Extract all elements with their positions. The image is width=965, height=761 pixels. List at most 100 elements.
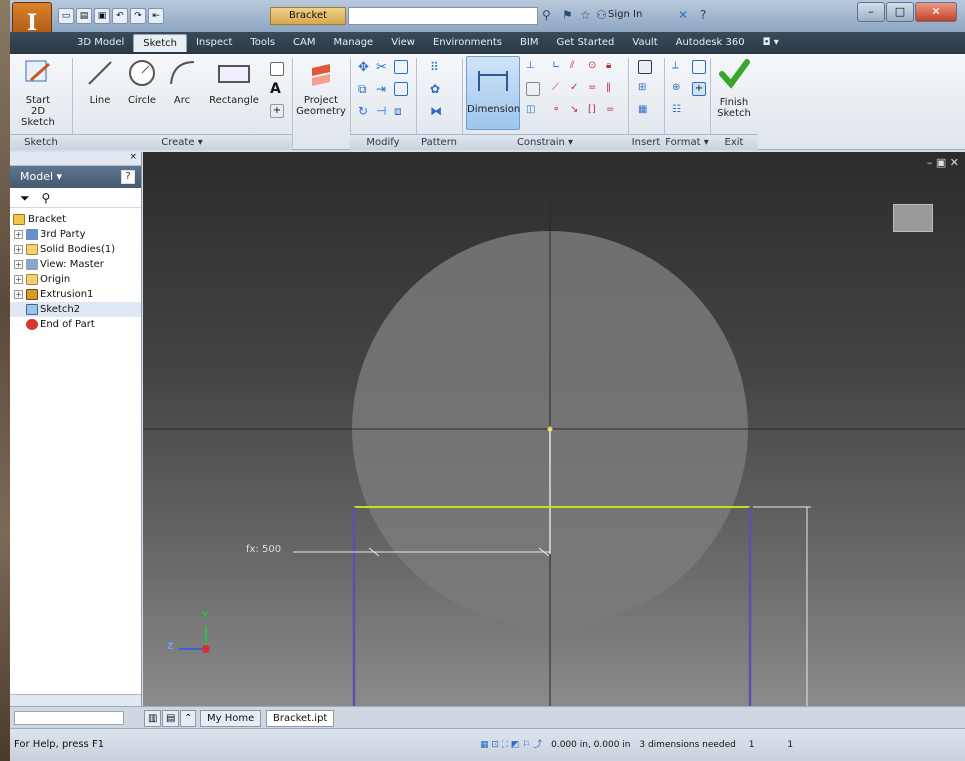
tab-vault[interactable]: Vault	[623, 34, 666, 52]
finish-sketch-button[interactable]: Finish Sketch	[714, 58, 754, 119]
rectangle-button[interactable]: Rectangle	[204, 58, 264, 106]
centerline-icon[interactable]	[692, 60, 706, 74]
expand-icon[interactable]: +	[14, 290, 23, 299]
vertical-icon[interactable]: ‖	[606, 82, 620, 96]
points-icon[interactable]: ⊞	[638, 82, 652, 96]
sketch-canvas[interactable]	[143, 152, 965, 706]
help-search-input[interactable]	[348, 7, 538, 25]
start-2d-sketch-button[interactable]: Start 2D Sketch	[16, 58, 60, 128]
horizontal-icon[interactable]: =	[606, 104, 620, 118]
save-icon[interactable]: ▣	[94, 8, 110, 24]
tab-view[interactable]: View	[382, 34, 424, 52]
collinear-icon[interactable]: ✓	[570, 82, 584, 96]
polygon-icon[interactable]	[270, 62, 284, 76]
tab-get-started[interactable]: Get Started	[547, 34, 623, 52]
stretch-icon[interactable]	[394, 82, 408, 96]
horizontal-scrollbar[interactable]	[14, 711, 124, 725]
graphics-window[interactable]: – ▣ ✕ fx: 500 Y Z	[143, 152, 965, 706]
line-button[interactable]: Line	[80, 58, 120, 106]
fix-icon[interactable]: 🔒︎	[606, 60, 620, 74]
equal-icon[interactable]: =	[588, 82, 602, 96]
sign-in-link[interactable]: Sign In	[608, 9, 642, 20]
circular-pattern-icon[interactable]: ✿	[430, 82, 444, 96]
tab-bracket-ipt[interactable]: Bracket.ipt	[266, 710, 335, 727]
undo-icon[interactable]: ↶	[112, 8, 128, 24]
center-point-icon[interactable]: ⊕	[672, 82, 686, 96]
tab-sketch[interactable]: Sketch	[133, 34, 187, 52]
offset-icon[interactable]: ⧈	[394, 104, 408, 118]
tree-item-sketch2[interactable]: Sketch2	[10, 302, 141, 317]
close-button[interactable]: ✕	[915, 2, 957, 22]
coincident-icon[interactable]: ⟋	[552, 82, 566, 96]
tab-tools[interactable]: Tools	[241, 34, 284, 52]
tangent-icon[interactable]: ⊙	[588, 60, 602, 74]
image-icon[interactable]	[638, 60, 652, 74]
user-icon[interactable]: ⚇	[596, 8, 607, 22]
camera-icon[interactable]: ◘ ▾	[754, 34, 788, 52]
move-icon[interactable]: ✥	[358, 60, 372, 75]
minimize-button[interactable]: –	[857, 2, 885, 22]
trim-icon[interactable]: ✂	[376, 60, 390, 75]
show-format-icon[interactable]: ☷	[672, 104, 686, 118]
redo-icon[interactable]: ↷	[130, 8, 146, 24]
tree-item-extrusion1[interactable]: + Extrusion1	[10, 287, 141, 302]
tree-item-origin[interactable]: + Origin	[10, 272, 141, 287]
help-icon[interactable]: ?	[700, 8, 706, 22]
copy-icon[interactable]: ⧉	[358, 82, 372, 96]
circle-button[interactable]: Circle	[122, 58, 162, 106]
tab-bim[interactable]: BIM	[511, 34, 547, 52]
expand-icon[interactable]: +	[14, 260, 23, 269]
tree-item-bracket[interactable]: Bracket	[10, 212, 141, 227]
show-constraints-icon[interactable]: ◫	[526, 104, 540, 118]
binoculars-icon[interactable]: ⚲	[542, 8, 551, 22]
maximize-button[interactable]: □	[886, 2, 914, 22]
construction-icon[interactable]: ⟂	[672, 60, 686, 74]
perpendicular-icon[interactable]: ∟	[552, 60, 566, 74]
subscription-icon[interactable]: ⚑	[562, 8, 573, 22]
rectangular-pattern-icon[interactable]: ⠿	[430, 60, 444, 74]
tab-environments[interactable]: Environments	[424, 34, 511, 52]
new-icon[interactable]: ▭	[58, 8, 74, 24]
arrange-icon[interactable]: ⌃	[180, 710, 197, 727]
open-icon[interactable]: ▤	[76, 8, 92, 24]
browser-scrollbar[interactable]	[10, 694, 141, 706]
panel-label-constrain[interactable]: Constrain ▾	[462, 134, 628, 150]
tab-my-home[interactable]: My Home	[200, 710, 262, 727]
extend-icon[interactable]: ⇥	[376, 82, 390, 96]
concentric-icon[interactable]: ↘	[570, 104, 584, 118]
expand-icon[interactable]: +	[14, 275, 23, 284]
parallel-icon[interactable]: ⫽	[570, 60, 584, 74]
cascade-icon[interactable]: ▤	[162, 710, 180, 727]
symmetric-icon[interactable]: []	[588, 104, 602, 118]
driven-dimension-icon[interactable]: +	[692, 82, 706, 96]
help-icon[interactable]: ?	[121, 170, 135, 184]
tile-icon[interactable]: ▥	[144, 710, 162, 727]
star-icon[interactable]: ☆	[580, 8, 591, 22]
tab-3d-model[interactable]: 3D Model	[68, 34, 133, 52]
tree-item-3rd-party[interactable]: + 3rd Party	[10, 227, 141, 242]
text-icon[interactable]: A	[270, 82, 284, 96]
tab-autodesk-360[interactable]: Autodesk 360	[667, 34, 754, 52]
find-icon[interactable]: ⚲	[41, 191, 50, 205]
tree-item-view-master[interactable]: + View: Master	[10, 257, 141, 272]
project-geometry-button[interactable]: Project Geometry	[296, 58, 346, 117]
browser-title[interactable]: Model ▾ ?	[10, 166, 141, 188]
dimension-value[interactable]: fx: 500	[246, 544, 281, 555]
close-icon[interactable]: ×	[129, 152, 137, 162]
tab-manage[interactable]: Manage	[324, 34, 382, 52]
split-icon[interactable]: ⊣	[376, 104, 390, 118]
rotate-icon[interactable]: ↻	[358, 104, 372, 118]
tab-inspect[interactable]: Inspect	[187, 34, 241, 52]
mirror-icon[interactable]: ⧓	[430, 104, 444, 118]
filter-icon[interactable]: ⏷	[20, 191, 30, 205]
constraint-settings-icon[interactable]	[526, 82, 540, 96]
expand-icon[interactable]: +	[14, 230, 23, 239]
acad-icon[interactable]: ▦	[638, 104, 652, 118]
exchange-apps-icon[interactable]: ✕	[678, 8, 688, 22]
dimension-button[interactable]: Dimension	[466, 56, 520, 130]
panel-label-format[interactable]: Format ▾	[664, 134, 710, 150]
point-icon[interactable]: +	[270, 104, 284, 118]
expand-icon[interactable]: +	[14, 245, 23, 254]
panel-label-create[interactable]: Create ▾	[72, 134, 292, 150]
tab-cam[interactable]: CAM	[284, 34, 324, 52]
